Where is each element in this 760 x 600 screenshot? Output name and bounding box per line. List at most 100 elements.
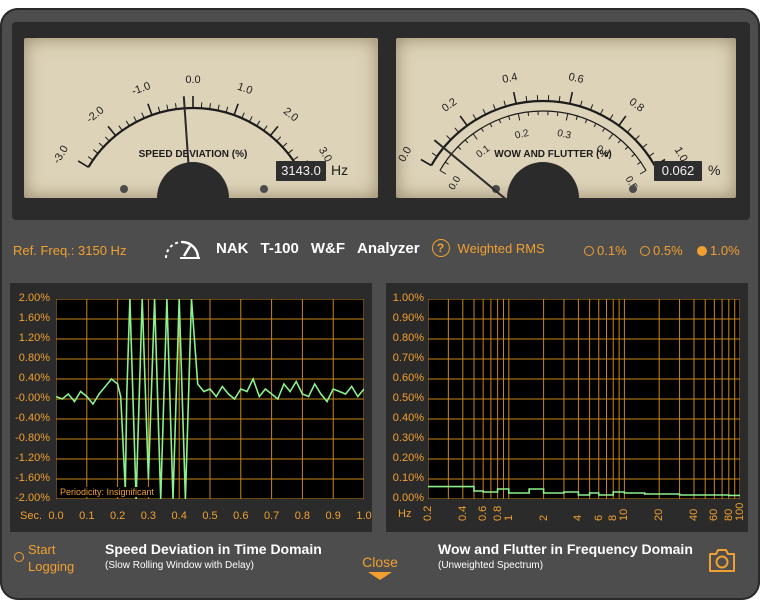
freq-x-tick-label: 4: [572, 514, 585, 521]
meter-inner-tick: [517, 113, 521, 121]
meter-tick: [599, 108, 604, 115]
time-data-point: [320, 393, 322, 395]
meter-tick: [618, 115, 627, 127]
time-data-point: [270, 393, 273, 395]
start-logging-button[interactable]: Start Logging: [13, 541, 74, 575]
meter-inner-tick: [457, 146, 462, 150]
time-data-point: [338, 390, 341, 393]
time-data-point: [332, 388, 335, 390]
scale-radio-0-5[interactable]: [640, 245, 650, 256]
meter-scale-label: 0.2: [440, 96, 459, 115]
meter-tick: [241, 112, 245, 119]
model-label: T-100: [260, 239, 299, 257]
meter-scale-label: -1.0: [130, 80, 152, 98]
freq-x-tick-label: 1: [502, 514, 515, 521]
wf-label: W&F: [310, 239, 346, 257]
freq-graph-svg: [427, 298, 741, 500]
scale-option-0-1[interactable]: 0.1%: [584, 243, 627, 258]
time-data-point: [73, 400, 76, 403]
meter-tick: [77, 160, 89, 168]
freq-x-tick-label: 0.4: [456, 505, 469, 521]
freq-x-axis-label: Hz: [398, 508, 412, 520]
time-data-point: [240, 388, 242, 390]
time-x-tick-label: 0.0: [48, 510, 64, 522]
time-data-point: [227, 393, 230, 395]
weighting-toggle[interactable]: Weighted RMS: [458, 241, 545, 256]
time-data-point: [350, 385, 353, 388]
freq-x-tick-label: 60: [708, 508, 721, 521]
chevron-down-icon: [368, 572, 392, 580]
time-x-tick-label: 0.3: [140, 510, 157, 522]
help-icon[interactable]: ?: [431, 239, 450, 257]
meter-tick: [118, 125, 123, 131]
meter-tick: [609, 114, 614, 120]
time-y-tick-label: -0.40%: [15, 412, 50, 424]
wow-readout: 0.062: [654, 161, 702, 181]
meter-tick: [107, 125, 117, 137]
meter-pivot-cover: [507, 162, 579, 198]
camera-icon[interactable]: [706, 546, 738, 574]
freq-data-point: [496, 488, 499, 490]
scale-radio-1-0[interactable]: [697, 245, 707, 256]
freq-y-tick-label: 0.90%: [392, 312, 424, 324]
meter-tick: [276, 136, 282, 142]
time-data-point: [357, 395, 359, 398]
freq-y-tick-label: 0.40%: [392, 412, 424, 424]
freq-graph-plot: [427, 298, 741, 500]
meter-screw: [120, 185, 128, 193]
meter-tick: [569, 91, 574, 104]
speed-readout: 3143.0: [276, 161, 326, 181]
meter-inner-tick: [575, 115, 578, 121]
close-button[interactable]: Close: [356, 554, 404, 581]
scale-label-0-5: 0.5%: [653, 243, 683, 258]
freq-x-tick-label: 40: [687, 508, 700, 521]
meter-scale-label: 0.8: [627, 96, 646, 115]
time-graph-panel: 2.00% 1.60% 1.20% 0.80% 0.40% -0.00% -0.40% -0.…: [10, 283, 372, 532]
time-data-point: [119, 395, 122, 398]
freq-x-tick-label: 0.2: [422, 505, 434, 521]
analyzer-title: NAK T-100 W&F Analyzer ? Weighted RMS: [160, 233, 545, 263]
meter-tick: [125, 120, 130, 127]
time-data-point: [258, 395, 261, 398]
meter-inner-tick: [444, 161, 449, 165]
scale-option-0-5[interactable]: 0.5%: [640, 243, 683, 258]
time-y-tick-label: -1.60%: [15, 472, 50, 484]
scale-radio-0-1[interactable]: [584, 245, 594, 256]
time-x-tick-label: 1.0: [356, 510, 372, 522]
freq-y-tick-label: 0.10%: [392, 472, 424, 484]
start-logging-radio[interactable]: [14, 552, 24, 562]
meter-inner-scale-label: 0.0: [447, 174, 464, 192]
meter-tick: [634, 135, 640, 141]
meter-tick: [482, 108, 487, 115]
freq-y-tick-label: 0.70%: [392, 352, 424, 364]
time-data-point: [98, 393, 100, 395]
meter-tick: [104, 136, 110, 142]
freq-data-point: [577, 494, 580, 496]
freq-y-tick-label: 0.50%: [392, 392, 424, 404]
time-data-point: [264, 388, 267, 390]
meter-pivot-cover: [157, 162, 229, 198]
time-graph-svg: [55, 298, 365, 500]
time-data-point: [126, 393, 128, 395]
meter-inner-scale-label: 0.2: [514, 128, 530, 142]
freq-data-point: [713, 494, 716, 496]
meter-tick: [248, 116, 253, 123]
time-x-tick-label: 0.8: [294, 510, 311, 522]
ref-frequency: Ref. Freq.: 3150 Hz: [13, 243, 127, 258]
meter-tick: [282, 142, 288, 148]
time-data-point: [344, 393, 347, 395]
time-x-tick-label: 0.1: [79, 510, 95, 522]
meter-inner-tick: [593, 123, 597, 128]
time-data-point: [289, 390, 291, 393]
time-y-tick-label: -1.20%: [15, 452, 50, 464]
meter-inner-tick: [584, 119, 588, 124]
time-data-point: [110, 378, 113, 380]
meter-tick: [87, 156, 94, 161]
meter-inner-arc: [439, 110, 647, 171]
freq-x-tick-label: 20: [653, 508, 666, 521]
freq-data-point: [588, 492, 591, 494]
scale-option-1-0[interactable]: 1.0%: [697, 243, 740, 258]
wow-unit: %: [708, 162, 721, 178]
meter-screw: [260, 185, 268, 193]
gauge-logo-icon: [165, 240, 200, 259]
